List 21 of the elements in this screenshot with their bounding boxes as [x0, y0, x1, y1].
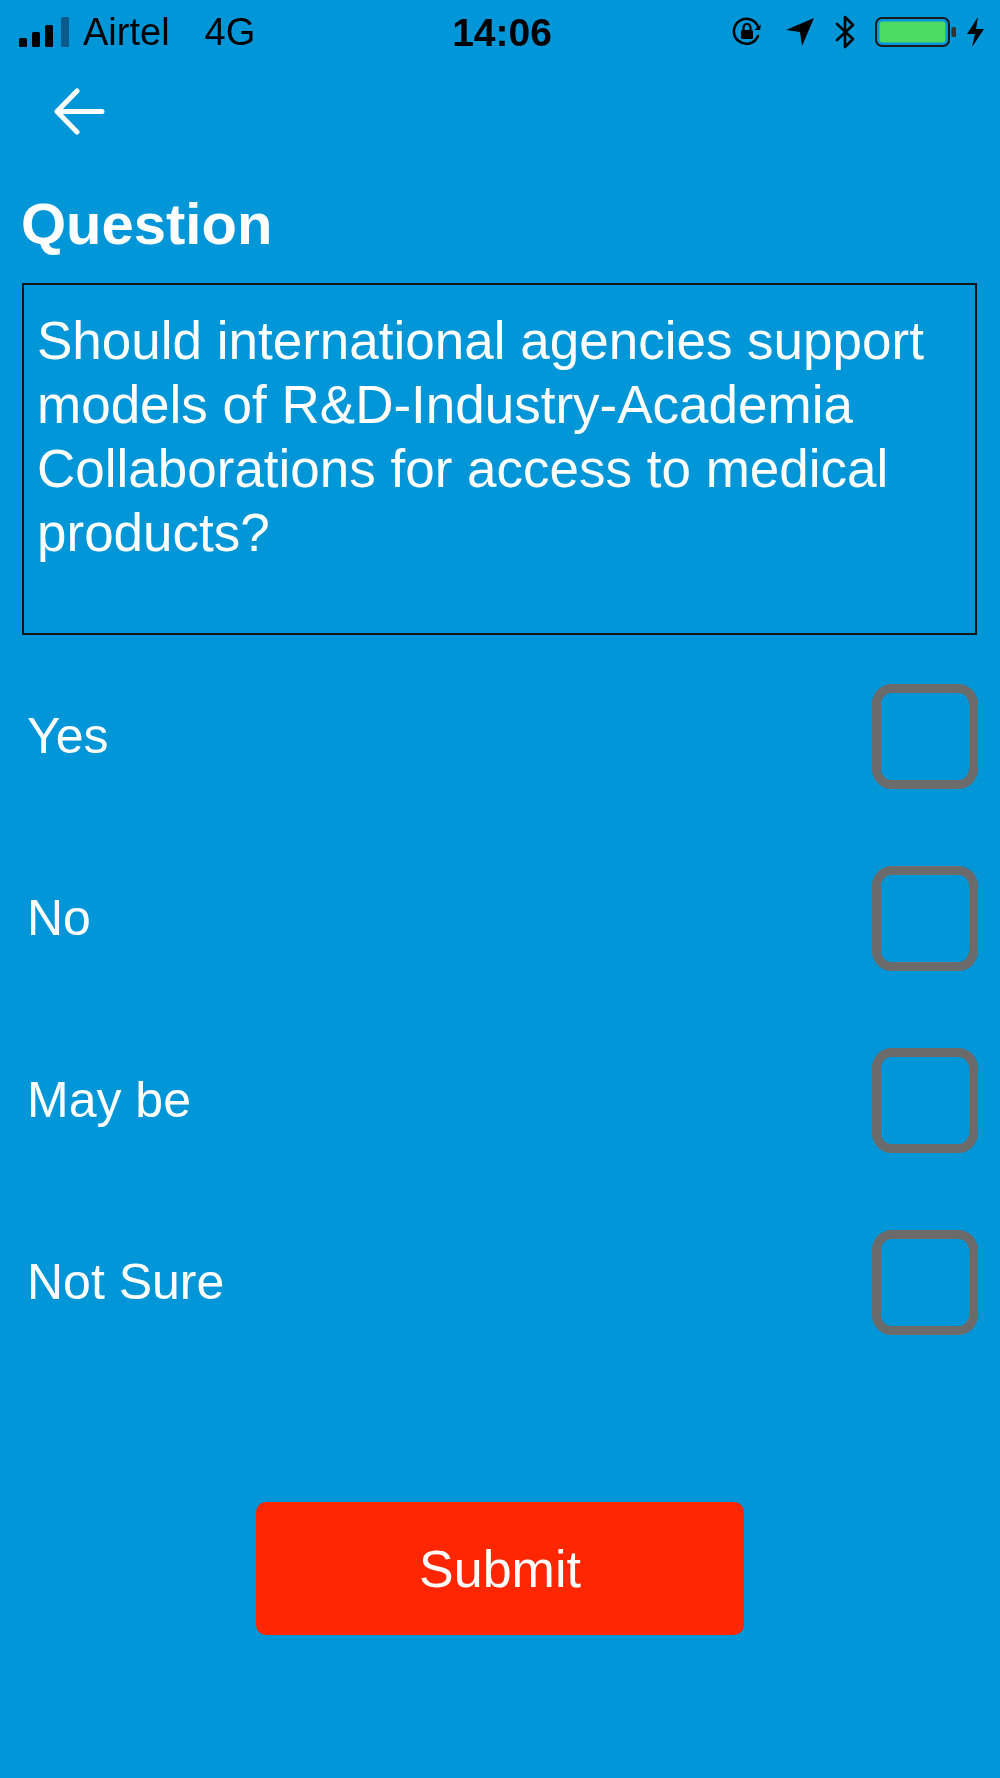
charging-bolt-icon	[966, 17, 985, 47]
page-title: Question	[21, 195, 274, 253]
network-type: 4G	[204, 13, 256, 51]
option-label: Yes	[27, 709, 109, 764]
location-arrow-icon	[785, 17, 815, 47]
checkbox[interactable]	[872, 866, 978, 971]
left-arrow-icon[interactable]	[53, 88, 105, 135]
checkbox[interactable]	[872, 684, 978, 789]
carrier-name: Airtel	[83, 13, 170, 51]
question-text: Should international agencies support models of R&D-Industry-Academia Collaborations for access to medical products?	[37, 310, 925, 564]
checkbox[interactable]	[872, 1230, 978, 1335]
bluetooth-icon	[835, 15, 856, 49]
option-label: Not Sure	[27, 1255, 225, 1310]
option-label: May be	[27, 1073, 191, 1128]
submit-button[interactable]: Submit	[256, 1502, 744, 1635]
battery-icon	[875, 17, 957, 47]
rotation-lock-icon	[731, 16, 763, 48]
option-label: No	[27, 891, 91, 946]
signal-icon	[19, 17, 69, 47]
checkbox[interactable]	[872, 1048, 978, 1153]
status-time: 14:06	[452, 12, 552, 52]
